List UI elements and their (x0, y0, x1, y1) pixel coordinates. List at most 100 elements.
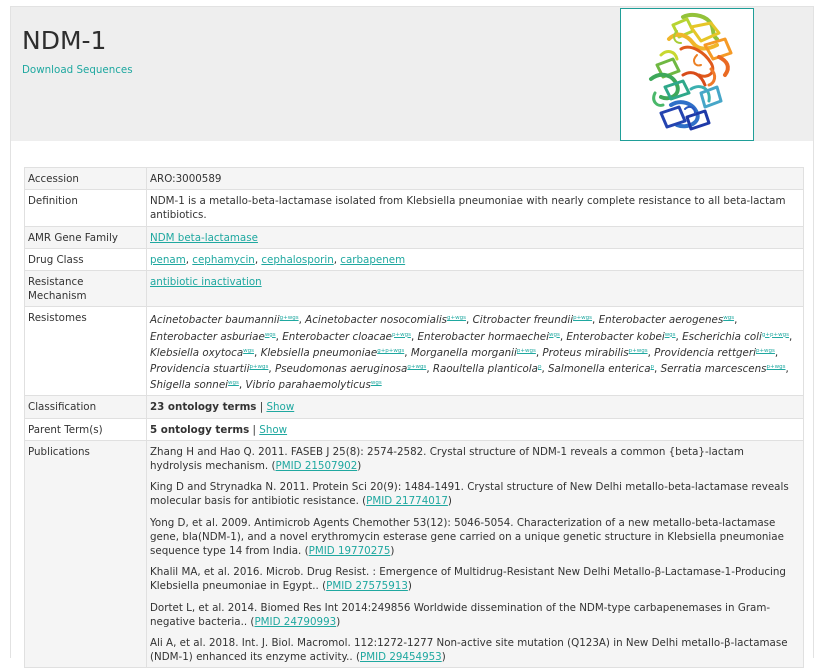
resistome-tag-link[interactable]: p+wgs (767, 364, 786, 370)
resistome-tag-link[interactable]: g+p+wgs (377, 348, 404, 354)
pmid-link[interactable]: PMID 24790993 (254, 616, 336, 628)
amr-gene-family-link[interactable]: NDM beta-lactamase (150, 232, 258, 244)
resistome-tag-link[interactable]: wgs (265, 332, 276, 338)
publication-entry: Khalil MA, et al. 2016. Microb. Drug Res… (150, 565, 799, 593)
parent-terms-cell: 5 ontology terms | Show (146, 417, 804, 441)
resistome-organism: Enterobacter hormaechei (417, 330, 549, 343)
resistome-item: Enterobacter cloacaep+wgs (282, 331, 411, 343)
resistome-organism: Salmonella enterica (548, 363, 651, 376)
row-label: AMR Gene Family (24, 225, 147, 249)
resistome-item: Pseudomonas aeruginosag+wgs (275, 363, 426, 375)
resistome-tag-link[interactable]: wgs (723, 315, 734, 321)
resistome-item: Klebsiella oxytocawgs (150, 347, 254, 359)
row-label: Classification (24, 395, 147, 419)
pmid-link[interactable]: PMID 21774017 (366, 495, 448, 507)
row-label: Drug Class (24, 247, 147, 272)
parent-terms-show-link[interactable]: Show (259, 424, 287, 436)
pmid-link[interactable]: PMID 27575913 (326, 580, 408, 592)
resistome-item: Morganella morganiip+wgs (411, 347, 536, 359)
separator: | (249, 423, 260, 436)
pmid-link[interactable]: PMID 29454953 (360, 651, 442, 663)
publication-close: ) (441, 651, 446, 664)
resistome-tag-link[interactable]: p+wgs (392, 332, 411, 338)
resistance-mechanism-cell: antibiotic inactivation (146, 270, 804, 308)
page-header: NDM-1 Download Sequences (11, 7, 813, 141)
resistome-tag-link[interactable]: p+wgs (756, 348, 775, 354)
publication-text: Zhang H and Hao Q. 2011. FASEB J 25(8): … (150, 445, 744, 473)
resistome-item: Enterobacter kobeiwgs (566, 331, 675, 343)
row-label: Accession (24, 166, 147, 191)
drug-class-link[interactable]: cephalosporin (261, 254, 333, 266)
publication-close: ) (336, 615, 341, 628)
resistome-item: Providencia stuartiip+wgs (150, 363, 268, 375)
classification-show-link[interactable]: Show (266, 401, 294, 413)
drug-class-cell: penam, cephamycin, cephalosporin, carbap… (146, 247, 804, 272)
resistome-tag-link[interactable]: p+wgs (629, 348, 648, 354)
publication-entry: Yong D, et al. 2009. Antimicrob Agents C… (150, 516, 799, 559)
resistome-item: Salmonella entericap (548, 363, 654, 375)
resistome-tag-link[interactable]: wgs (549, 332, 560, 338)
row-definition: Definition NDM-1 is a metallo-beta-lacta… (24, 189, 804, 227)
resistome-tag-link[interactable]: p+wgs (573, 315, 592, 321)
resistome-item: Providencia rettgerip+wgs (654, 347, 775, 359)
resistome-organism: Klebsiella oxytoca (150, 346, 244, 359)
resistome-item: Escherichia colig+p+wgs (682, 331, 789, 343)
resistome-tag-link[interactable]: p+wgs (249, 364, 268, 370)
row-accession: Accession ARO:3000589 (24, 166, 804, 191)
resistome-organism: Enterobacter asburiae (150, 330, 265, 343)
resistome-tag-link[interactable]: p+wgs (517, 348, 536, 354)
row-classification: Classification 23 ontology terms | Show (24, 395, 804, 419)
drug-class-link[interactable]: cephamycin (192, 254, 255, 266)
pmid-link[interactable]: PMID 21507902 (276, 460, 358, 472)
resistome-organism: Proteus mirabilis (542, 346, 629, 359)
resistome-organism: Klebsiella pneumoniae (260, 346, 378, 359)
resistome-tag-link[interactable]: g+wgs (447, 315, 466, 321)
resistome-organism: Enterobacter aerogenes (598, 314, 724, 327)
publications-cell: Zhang H and Hao Q. 2011. FASEB J 25(8): … (146, 439, 804, 668)
details-table: Accession ARO:3000589 Definition NDM-1 i… (24, 166, 804, 668)
publication-entry: King D and Strynadka N. 2011. Protein Sc… (150, 480, 799, 508)
resistome-tag-link[interactable]: p (538, 364, 542, 370)
drug-class-link[interactable]: carbapenem (340, 254, 405, 266)
parent-terms-count: 5 ontology terms (150, 423, 250, 436)
resistome-tag-link[interactable]: wgs (665, 332, 676, 338)
resistome-organism: Serratia marcescens (660, 363, 767, 376)
resistome-organism: Enterobacter kobei (566, 330, 665, 343)
row-drug-class: Drug Class penam, cephamycin, cephalospo… (24, 247, 804, 272)
publication-text: Yong D, et al. 2009. Antimicrob Agents C… (150, 516, 784, 558)
resistome-item: Enterobacter asburiaewgs (150, 331, 276, 343)
resistome-item: Vibrio parahaemolyticuswgs (245, 379, 381, 391)
amr-gene-family-cell: NDM beta-lactamase (146, 225, 804, 249)
resistance-mechanism-link[interactable]: antibiotic inactivation (150, 276, 262, 288)
row-label: Publications (24, 439, 147, 668)
resistomes-cell: Acinetobacter baumanniig+wgs, Acinetobac… (146, 306, 804, 397)
download-sequences-link[interactable]: Download Sequences (22, 64, 133, 76)
resistome-tag-link[interactable]: wgs (228, 380, 239, 386)
resistome-tag-link[interactable]: g+wgs (280, 315, 299, 321)
publication-close: ) (357, 460, 362, 473)
resistome-item: Enterobacter aerogeneswgs (599, 314, 734, 326)
publication-text: Khalil MA, et al. 2016. Microb. Drug Res… (150, 566, 786, 593)
protein-structure-image[interactable] (620, 8, 754, 141)
resistome-organism: Morganella morganii (410, 346, 517, 359)
resistome-organism: Shigella sonnei (150, 379, 229, 392)
resistome-tag-link[interactable]: wgs (371, 380, 382, 386)
drug-class-link[interactable]: penam (150, 254, 186, 266)
row-publications: Publications Zhang H and Hao Q. 2011. FA… (24, 439, 804, 668)
resistome-organism: Acinetobacter baumannii (150, 314, 280, 327)
resistome-tag-link[interactable]: p (651, 364, 655, 370)
resistome-organism: Enterobacter cloacae (282, 330, 392, 343)
row-resistance-mechanism: Resistance Mechanism antibiotic inactiva… (24, 270, 804, 308)
resistome-tag-link[interactable]: g+wgs (407, 364, 426, 370)
publication-text: Dortet L, et al. 2014. Biomed Res Int 20… (150, 601, 771, 628)
resistome-tag-link[interactable]: g+p+wgs (762, 332, 789, 338)
pmid-link[interactable]: PMID 19770275 (309, 545, 391, 557)
publication-text: King D and Strynadka N. 2011. Protein Sc… (150, 481, 789, 508)
page-title: NDM-1 (22, 26, 107, 55)
resistome-tag-link[interactable]: wgs (243, 348, 254, 354)
resistome-item: Serratia marcescensp+wgs (661, 363, 786, 375)
row-amr-gene-family: AMR Gene Family NDM beta-lactamase (24, 225, 804, 249)
resistome-organism: Acinetobacter nosocomialis (305, 314, 448, 327)
publication-text: Ali A, et al. 2018. Int. J. Biol. Macrom… (150, 637, 788, 664)
resistome-item: Citrobacter freundiip+wgs (473, 314, 592, 326)
